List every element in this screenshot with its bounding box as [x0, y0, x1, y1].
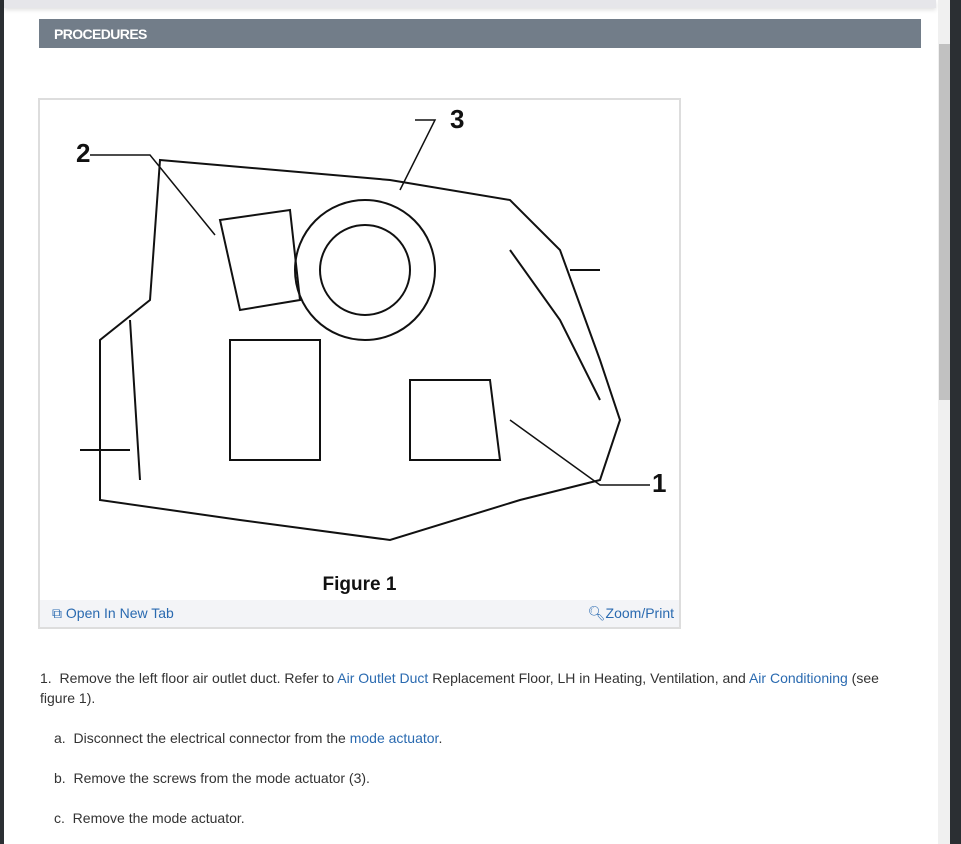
- scrollbar-thumb[interactable]: [939, 44, 950, 400]
- top-toolbar: [4, 0, 936, 8]
- step-text: Remove the screws from the mode actuator…: [73, 770, 370, 786]
- step-number: c.: [54, 810, 65, 826]
- step-text: Replacement Floor, LH in Heating, Ventil…: [428, 670, 749, 686]
- step-text: Disconnect the electrical connector from…: [73, 730, 350, 746]
- figure-box: 2 3 1 Figure 1 ⧉ Open In New Tab 🔍︎Zoom/…: [38, 98, 681, 629]
- step-b: b. Remove the screws from the mode actua…: [54, 768, 914, 788]
- callout-3: 3: [450, 104, 464, 134]
- step-text: Remove the mode actuator.: [72, 810, 245, 826]
- mode-actuator-link[interactable]: mode actuator: [350, 730, 439, 746]
- figure-footer: ⧉ Open In New Tab 🔍︎Zoom/Print: [40, 600, 679, 627]
- step-a: a. Disconnect the electrical connector f…: [54, 728, 914, 748]
- step-number: 1.: [40, 670, 52, 686]
- air-outlet-duct-link[interactable]: Air Outlet Duct: [337, 670, 428, 686]
- step-1: 1. Remove the left floor air outlet duct…: [40, 668, 900, 708]
- hvac-diagram: 2 3 1: [76, 104, 666, 542]
- figure-caption: Figure 1: [322, 574, 397, 595]
- step-text: .: [438, 730, 443, 746]
- callout-2: 2: [76, 138, 90, 168]
- step-text: Remove the left floor air outlet duct. R…: [59, 670, 338, 686]
- step-number: a.: [54, 730, 66, 746]
- open-tab-icon: ⧉: [52, 605, 66, 621]
- step-c: c. Remove the mode actuator.: [54, 808, 914, 828]
- browser-window: PROCEDURES 2 3 1 Figure 1 ⧉ Open In New …: [4, 0, 950, 844]
- scrollbar[interactable]: [938, 0, 950, 844]
- air-conditioning-link[interactable]: Air Conditioning: [749, 670, 848, 686]
- section-header: PROCEDURES: [39, 19, 921, 48]
- step-number: b.: [54, 770, 66, 786]
- open-new-tab-link[interactable]: ⧉ Open In New Tab: [52, 600, 174, 627]
- zoom-icon: 🔍︎: [587, 605, 606, 621]
- zoom-print-link[interactable]: 🔍︎Zoom/Print: [588, 600, 674, 627]
- callout-1: 1: [652, 468, 666, 498]
